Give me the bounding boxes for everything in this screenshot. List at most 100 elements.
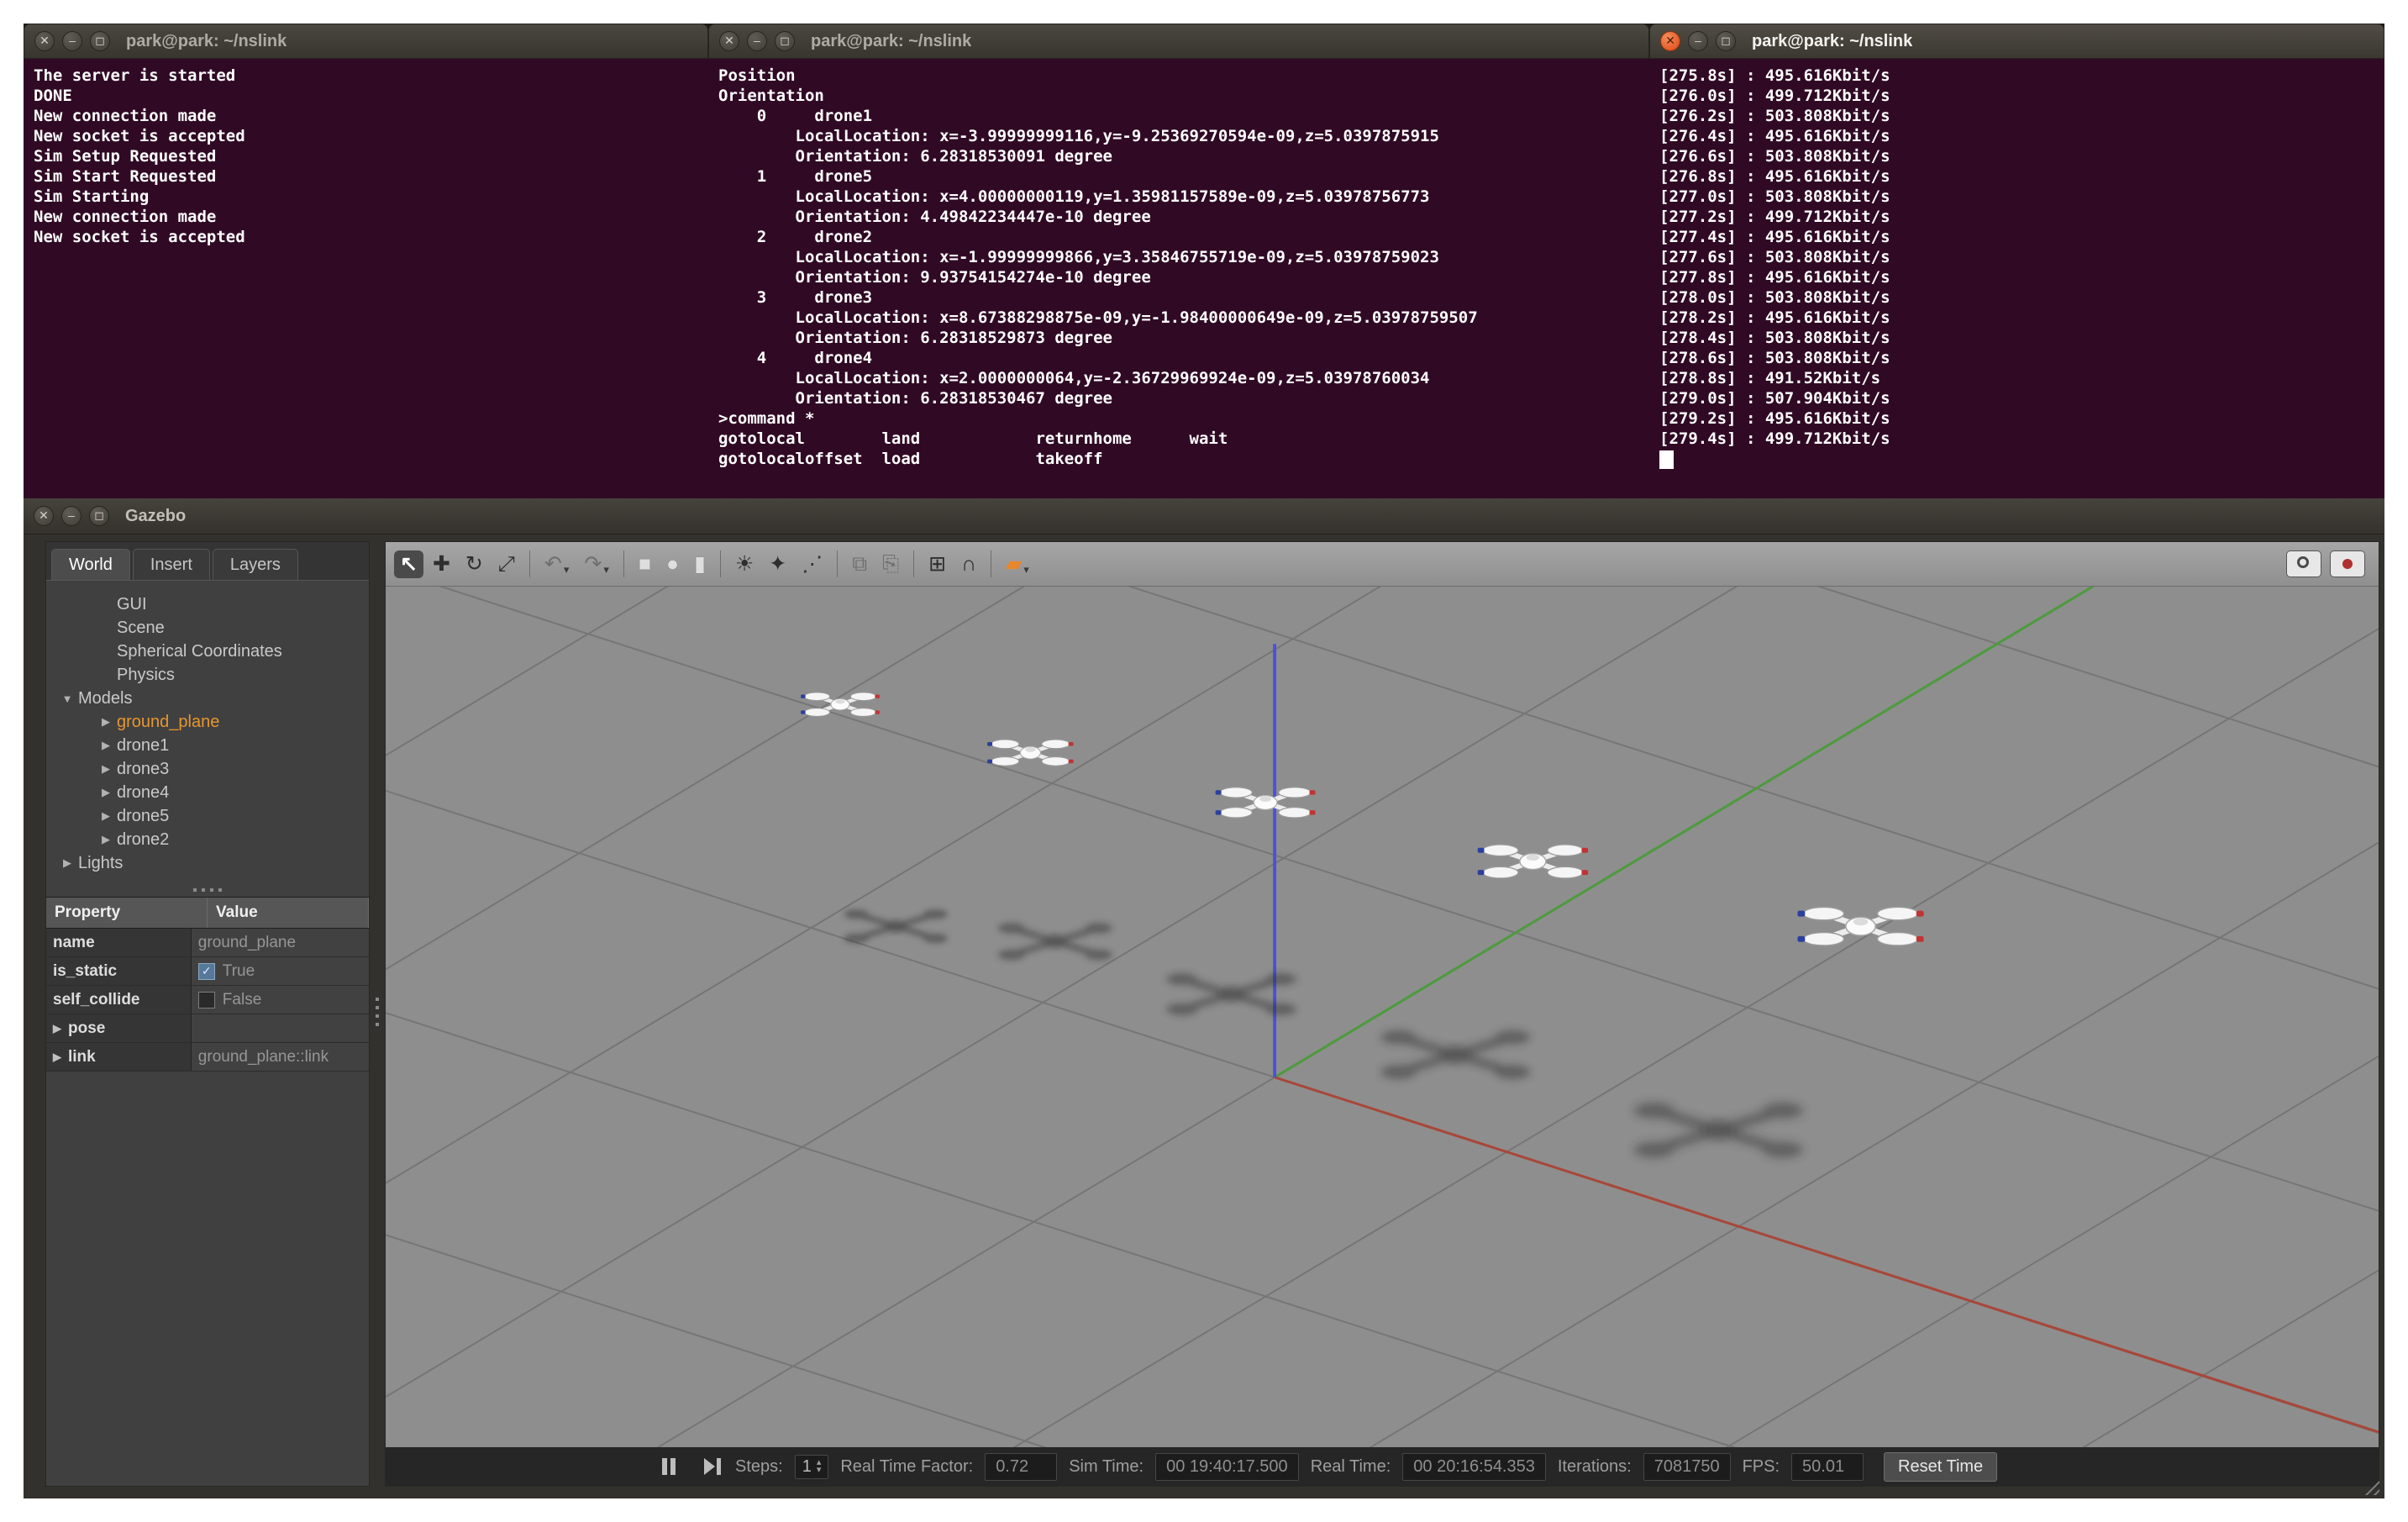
reset-time-button[interactable]: Reset Time xyxy=(1884,1452,1997,1482)
property-value xyxy=(192,1014,369,1042)
terminal-left-titlebar[interactable]: ✕ – ◻ park@park: ~/nslink xyxy=(24,24,708,59)
tree-right-arrow-icon[interactable]: ▶ xyxy=(56,856,78,870)
property-value-label: False xyxy=(223,991,261,1009)
terminal-right-titlebar[interactable]: ✕ – ◻ park@park: ~/nslink xyxy=(1649,24,2384,59)
steps-spinner[interactable]: 1 ▴▾ xyxy=(795,1455,829,1479)
gazebo-toolbar: ↖✚↻⤢ ↶▾↷▾ ■●▮ ☀✦⋰ ⧉⎘ ⊞∩ ▰▾ xyxy=(386,542,2379,587)
panel-empty-area xyxy=(46,1072,369,1486)
expand-arrow-icon[interactable]: ▶ xyxy=(53,1022,61,1035)
close-icon[interactable]: ✕ xyxy=(1660,31,1680,51)
terminal-middle-titlebar[interactable]: ✕ – ◻ park@park: ~/nslink xyxy=(708,24,1649,59)
step-button[interactable] xyxy=(695,1454,723,1479)
tab-layers[interactable]: Layers xyxy=(213,549,298,580)
tab-world[interactable]: World xyxy=(51,549,130,580)
tree-item-scene[interactable]: Scene xyxy=(51,616,364,640)
directional-light-button[interactable]: ⋰ xyxy=(796,550,828,578)
snap-button[interactable]: ∩ xyxy=(955,550,982,578)
terminal-right-output[interactable]: [275.8s] : 495.616Kbit/s[276.0s] : 499.7… xyxy=(1649,59,2384,498)
scale-tool-button[interactable]: ⤢ xyxy=(492,550,521,578)
property-row-self_collide[interactable]: self_collideFalse xyxy=(46,986,369,1014)
checkbox-unchecked-icon[interactable] xyxy=(198,992,215,1009)
sim-time-value[interactable]: 00 19:40:17.500 xyxy=(1155,1453,1299,1481)
pause-button[interactable] xyxy=(655,1454,683,1479)
insert-cylinder-button[interactable]: ▮ xyxy=(688,550,712,578)
tree-right-arrow-icon[interactable]: ▶ xyxy=(95,786,117,799)
tree-right-arrow-icon[interactable]: ▶ xyxy=(95,833,117,846)
iterations-value[interactable]: 7081750 xyxy=(1643,1453,1731,1481)
tree-item-ground-plane[interactable]: ▶ground_plane xyxy=(51,710,364,734)
copy-button[interactable]: ⧉ xyxy=(846,550,873,578)
spinner-arrows-icon[interactable]: ▴▾ xyxy=(817,1459,822,1474)
maximize-icon[interactable]: ◻ xyxy=(89,506,109,526)
drone-model[interactable] xyxy=(1216,787,1316,818)
property-row-name[interactable]: nameground_plane xyxy=(46,929,369,957)
gazebo-body: World Insert Layers GUISceneSpherical Co… xyxy=(24,535,2384,1498)
insert-building-icon: ▰ xyxy=(1006,554,1022,575)
select-tool-button[interactable]: ↖ xyxy=(394,550,423,578)
align-button[interactable]: ⊞ xyxy=(923,550,952,578)
screenshot-camera-icon[interactable] xyxy=(2286,550,2321,577)
tree-item-drone3[interactable]: ▶drone3 xyxy=(51,757,364,781)
tree-right-arrow-icon[interactable]: ▶ xyxy=(95,739,117,752)
tree-item-drone1[interactable]: ▶drone1 xyxy=(51,734,364,757)
fps-value[interactable]: 50.01 xyxy=(1791,1453,1864,1481)
real-time-factor-value[interactable]: 0.72 xyxy=(985,1453,1057,1481)
redo-button[interactable]: ↷▾ xyxy=(578,550,614,578)
spot-light-button[interactable]: ✦ xyxy=(763,550,792,578)
tab-insert[interactable]: Insert xyxy=(133,549,210,580)
translate-tool-button[interactable]: ✚ xyxy=(427,550,456,578)
tree-item-models[interactable]: ▼Models xyxy=(51,687,364,710)
panel-splitter[interactable] xyxy=(373,541,381,1487)
drone-model[interactable] xyxy=(987,740,1074,766)
property-value: ground_plane xyxy=(192,929,369,956)
rotate-tool-button[interactable]: ↻ xyxy=(460,550,489,578)
tree-item-gui[interactable]: GUI xyxy=(51,592,364,616)
tree-item-drone4[interactable]: ▶drone4 xyxy=(51,781,364,804)
tree-right-arrow-icon[interactable]: ▶ xyxy=(95,809,117,823)
tree-right-arrow-icon[interactable]: ▶ xyxy=(95,715,117,729)
terminal-line: New connection made xyxy=(34,207,698,227)
terminal-line: [279.0s] : 507.904Kbit/s xyxy=(1659,388,2374,408)
steps-value: 1 xyxy=(802,1457,812,1477)
minimize-icon[interactable]: – xyxy=(1688,31,1708,51)
real-time-value[interactable]: 00 20:16:54.353 xyxy=(1402,1453,1546,1481)
checkbox-checked-icon[interactable]: ✓ xyxy=(198,963,215,980)
minimize-icon[interactable]: – xyxy=(61,506,81,526)
tree-item-spherical-coordinates[interactable]: Spherical Coordinates xyxy=(51,640,364,663)
maximize-icon[interactable]: ◻ xyxy=(90,31,110,51)
property-row-pose[interactable]: ▶pose xyxy=(46,1014,369,1043)
minimize-icon[interactable]: – xyxy=(747,31,767,51)
data-logger-icon[interactable] xyxy=(2330,550,2365,577)
terminal-middle-output[interactable]: PositionOrientation 0 drone1 LocalLocati… xyxy=(708,59,1649,498)
window-title: Gazebo xyxy=(125,507,186,526)
gazebo-titlebar[interactable]: ✕ – ◻ Gazebo xyxy=(24,498,2384,535)
maximize-icon[interactable]: ◻ xyxy=(775,31,795,51)
tree-props-splitter[interactable] xyxy=(46,883,369,897)
tree-item-drone5[interactable]: ▶drone5 xyxy=(51,804,364,828)
tree-item-physics[interactable]: Physics xyxy=(51,663,364,687)
tree-right-arrow-icon[interactable]: ▶ xyxy=(95,762,117,776)
viewport-3d[interactable] xyxy=(386,587,2379,1447)
terminal-left-output[interactable]: The server is startedDONENew connection … xyxy=(24,59,708,498)
close-icon[interactable]: ✕ xyxy=(719,31,739,51)
insert-sphere-button[interactable]: ● xyxy=(660,550,685,578)
close-icon[interactable]: ✕ xyxy=(34,31,55,51)
paste-button[interactable]: ⎘ xyxy=(876,550,905,578)
maximize-icon[interactable]: ◻ xyxy=(1716,31,1736,51)
tree-down-arrow-icon[interactable]: ▼ xyxy=(56,693,78,705)
property-row-is_static[interactable]: is_static✓True xyxy=(46,957,369,986)
insert-box-button[interactable]: ■ xyxy=(633,550,657,578)
fps-label: FPS: xyxy=(1743,1457,1780,1477)
insert-building-button[interactable]: ▰▾ xyxy=(1000,550,1035,578)
expand-arrow-icon[interactable]: ▶ xyxy=(53,1051,61,1064)
tree-item-lights[interactable]: ▶Lights xyxy=(51,851,364,875)
undo-button[interactable]: ↶▾ xyxy=(539,550,575,578)
drone-model[interactable] xyxy=(1478,845,1588,878)
minimize-icon[interactable]: – xyxy=(62,31,82,51)
terminal-line: [276.4s] : 495.616Kbit/s xyxy=(1659,126,2374,146)
close-icon[interactable]: ✕ xyxy=(34,506,54,526)
point-light-button[interactable]: ☀ xyxy=(729,550,760,578)
property-row-link[interactable]: ▶linkground_plane::link xyxy=(46,1043,369,1072)
terminal-line: Orientation: 4.49842234447e-10 degree xyxy=(718,207,1639,227)
tree-item-drone2[interactable]: ▶drone2 xyxy=(51,828,364,851)
